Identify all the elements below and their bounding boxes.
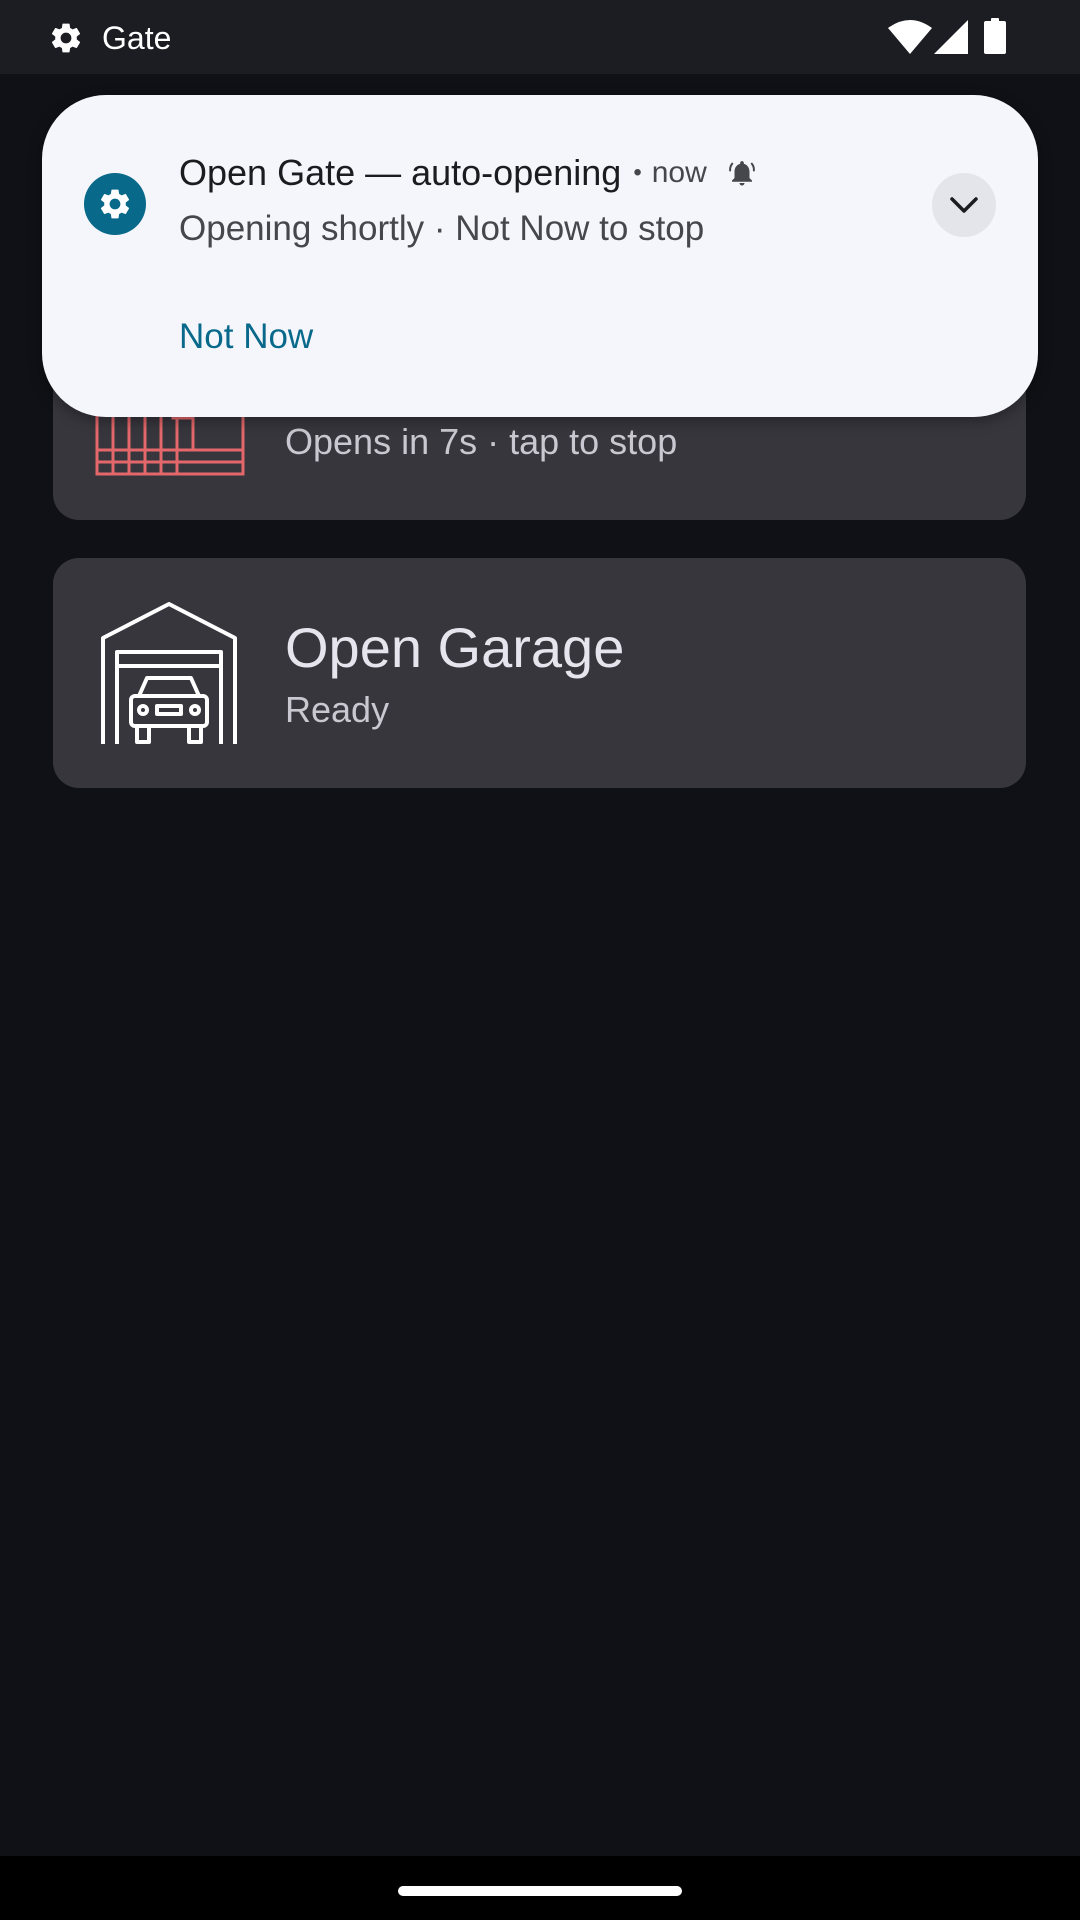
screen: Gate Opens in 7s · tap to stop Open Gara…	[0, 0, 1080, 1920]
garage-title: Open Garage	[285, 616, 625, 679]
not-now-button[interactable]: Not Now	[179, 315, 313, 359]
expand-button[interactable]	[932, 173, 996, 237]
notification-separator: •	[633, 159, 642, 186]
notification-header: Open Gate — auto-opening • now	[179, 151, 757, 195]
battery-icon	[984, 18, 1006, 54]
cell-signal-icon	[934, 20, 968, 54]
notification-app-icon	[84, 173, 146, 235]
heads-up-notification[interactable]: Open Gate — auto-opening • now Opening s…	[42, 95, 1038, 417]
home-gesture-handle[interactable]	[398, 1886, 682, 1896]
notification-title: Open Gate — auto-opening	[179, 152, 622, 193]
status-app-label: Gate	[102, 20, 172, 56]
garage-status-text: Ready	[285, 689, 390, 730]
navigation-bar	[0, 1856, 1080, 1920]
notification-text: Opening shortly · Not Now to stop	[179, 209, 705, 248]
bell-icon	[728, 161, 755, 186]
device-card-garage[interactable]: Open Garage Ready	[53, 558, 1026, 788]
chevron-down-icon	[950, 197, 978, 213]
gate-status-text: Opens in 7s · tap to stop	[285, 421, 678, 462]
wifi-icon	[888, 20, 932, 54]
gear-icon	[51, 23, 81, 53]
notification-time: now	[651, 156, 707, 189]
status-bar: Gate	[0, 0, 1080, 74]
gear-icon	[100, 189, 130, 219]
garage-icon	[101, 602, 237, 744]
